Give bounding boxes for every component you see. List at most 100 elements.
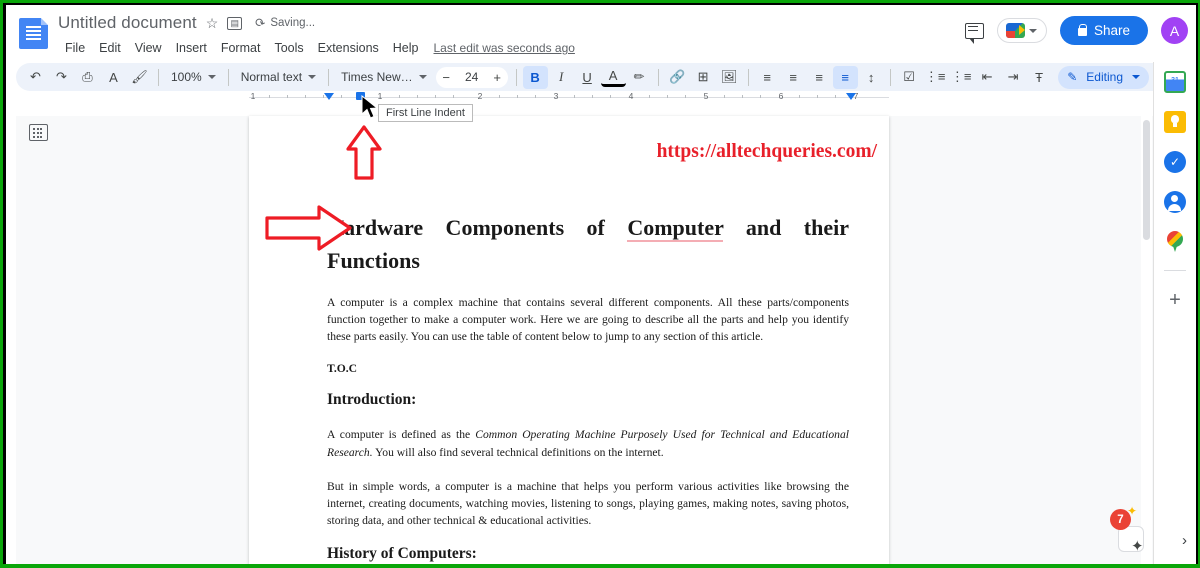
insert-image-button[interactable]: 🖼 — [717, 66, 742, 89]
side-panel: 31 ✓ + — [1153, 62, 1196, 564]
star-badge-icon: ✦ — [1127, 504, 1138, 518]
google-keep-icon[interactable] — [1164, 111, 1186, 133]
scrollbar-thumb[interactable] — [1143, 120, 1150, 240]
right-indent-marker[interactable] — [846, 93, 856, 100]
share-button[interactable]: Share — [1059, 16, 1148, 45]
divider — [328, 68, 330, 86]
document-content[interactable]: Hardware Components of Computer and thei… — [249, 116, 889, 563]
document-title[interactable]: Untitled document — [58, 13, 197, 33]
font-select[interactable]: Times New… — [335, 66, 433, 89]
font-size-stepper: − 24 + — [435, 66, 508, 88]
get-add-ons-button[interactable]: + — [1164, 289, 1186, 311]
document-page[interactable]: https://alltechqueries.com/ Hardware Com… — [249, 116, 889, 564]
document-title-heading: Hardware Components of Computer and thei… — [327, 211, 849, 277]
divider — [1164, 270, 1186, 271]
style-value: Normal text — [240, 70, 303, 84]
star-icon[interactable]: ☆ — [206, 15, 219, 32]
align-justify-button[interactable]: ≡ — [832, 65, 858, 89]
docs-header: Untitled document ☆ ▤ ⟳ Saving... File E… — [6, 5, 1196, 62]
menu-help[interactable]: Help — [386, 38, 426, 58]
ruler-line — [249, 97, 889, 98]
divider — [158, 68, 159, 86]
left-indent-marker[interactable] — [324, 93, 334, 100]
text-color-button[interactable]: A — [600, 68, 626, 87]
document-canvas: https://alltechqueries.com/ Hardware Com… — [6, 116, 1196, 564]
ruler-number: 5 — [703, 91, 709, 101]
add-comment-button[interactable]: ⊞ — [691, 66, 716, 89]
google-tasks-icon[interactable]: ✓ — [1164, 151, 1186, 173]
avatar[interactable]: A — [1161, 17, 1188, 44]
menu-tools[interactable]: Tools — [267, 38, 310, 58]
saving-status: Saving... — [270, 17, 316, 29]
comment-icon[interactable] — [964, 22, 984, 44]
decrease-indent-button[interactable]: ⇤ — [975, 66, 1000, 89]
gemini-group: 7 ✦ ✦ — [1110, 504, 1144, 554]
clear-formatting-button[interactable]: Ŧ — [1027, 66, 1052, 89]
google-contacts-icon[interactable] — [1164, 191, 1186, 213]
first-line-indent-tooltip: First Line Indent — [378, 104, 473, 122]
google-meet-icon — [1005, 23, 1025, 38]
ruler-number: 4 — [628, 91, 634, 101]
paragraph-style-select[interactable]: Normal text — [235, 66, 322, 89]
annotation-arrow-up — [346, 125, 382, 180]
lock-icon — [1077, 23, 1088, 36]
vertical-scrollbar[interactable] — [1141, 116, 1152, 564]
menu-view[interactable]: View — [128, 38, 169, 58]
italic-button[interactable]: I — [549, 66, 574, 89]
align-right-button[interactable]: ≡ — [807, 66, 832, 89]
divider — [747, 68, 749, 86]
menu-file[interactable]: File — [58, 38, 92, 58]
spellcheck-button[interactable]: A — [101, 66, 126, 89]
horizontal-ruler[interactable]: 1 1 2 3 4 5 6 7 — [6, 91, 1196, 104]
numbered-list-button[interactable]: ⋮≡ — [949, 66, 974, 89]
chevron-down-icon — [418, 75, 427, 79]
google-maps-icon[interactable] — [1167, 231, 1183, 252]
checklist-button[interactable]: ☑ — [897, 66, 922, 89]
divider — [515, 68, 517, 86]
menu-extensions[interactable]: Extensions — [311, 38, 386, 58]
move-to-folder-icon[interactable]: ▤ — [227, 16, 243, 30]
print-button[interactable]: ⎙ — [75, 66, 100, 89]
menu-insert[interactable]: Insert — [169, 38, 214, 58]
ruler-track[interactable]: 1 1 2 3 4 5 6 7 — [249, 91, 889, 104]
header-actions: Share A — [964, 16, 1188, 45]
title-text-part1: Hardware Components of — [327, 215, 628, 240]
ruler-number: 3 — [553, 91, 559, 101]
menu-bar: File Edit View Insert Format Tools Exten… — [58, 38, 575, 58]
divider — [227, 68, 229, 86]
paint-format-button[interactable]: 🖌 — [127, 66, 152, 89]
font-size-increase[interactable]: + — [487, 70, 508, 85]
last-edit-link[interactable]: Last edit was seconds ago — [434, 41, 575, 55]
watermark-url: https://alltechqueries.com/ — [656, 141, 877, 162]
font-size-value[interactable]: 24 — [457, 70, 487, 84]
insert-link-button[interactable]: 🔗 — [665, 66, 690, 89]
align-center-button[interactable]: ≡ — [781, 66, 806, 89]
bulleted-list-button[interactable]: ⋮≡ — [923, 66, 948, 89]
pencil-icon: ✎ — [1067, 70, 1078, 84]
google-meet-button[interactable] — [996, 18, 1047, 43]
document-outline-icon[interactable] — [29, 124, 48, 141]
highlight-color-button[interactable]: ✏ — [627, 66, 652, 89]
bold-button[interactable]: B — [522, 65, 548, 89]
line-spacing-button[interactable]: ↕ — [859, 66, 884, 89]
align-left-button[interactable]: ≡ — [755, 66, 780, 89]
editing-mode-button[interactable]: ✎ Editing — [1058, 65, 1149, 89]
font-size-decrease[interactable]: − — [436, 70, 457, 85]
saving-status-group: ⟳ Saving... — [253, 15, 316, 32]
zoom-select[interactable]: 100% — [165, 66, 222, 89]
mouse-cursor-icon — [361, 95, 379, 119]
google-docs-logo-icon[interactable] — [19, 18, 48, 49]
underline-button[interactable]: U — [575, 66, 600, 89]
expand-panel-button[interactable]: › — [1182, 532, 1187, 549]
vertical-ruler[interactable] — [6, 116, 16, 564]
redo-button[interactable]: ↷ — [49, 66, 74, 89]
undo-button[interactable]: ↶ — [23, 66, 48, 89]
heading-introduction: Introduction: — [327, 391, 417, 409]
increase-indent-button[interactable]: ⇥ — [1001, 66, 1026, 89]
menu-edit[interactable]: Edit — [92, 38, 128, 58]
editing-mode-label: Editing — [1086, 70, 1123, 84]
menu-format[interactable]: Format — [214, 38, 268, 58]
google-calendar-icon[interactable]: 31 — [1164, 71, 1186, 93]
ruler-number: 2 — [477, 91, 483, 101]
font-value: Times New… — [341, 70, 413, 84]
